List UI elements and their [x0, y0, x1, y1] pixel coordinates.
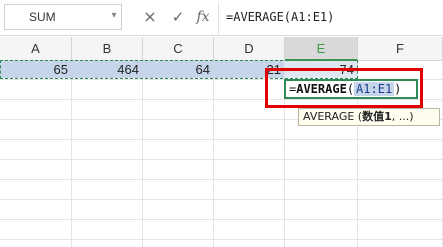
grid-line	[0, 199, 443, 200]
column-header-f[interactable]: F	[358, 37, 443, 61]
function-signature-tooltip: AVERAGE (数值1, ...)	[298, 108, 440, 126]
formula-bar-divider	[218, 2, 219, 34]
formula-bar: SUM ▾ × ✓ fx =AVERAGE(A1:E1)	[0, 0, 443, 36]
column-header-c[interactable]: C	[143, 37, 214, 61]
grid-line	[0, 179, 443, 180]
chevron-down-icon[interactable]: ▾	[108, 8, 120, 24]
grid-line	[0, 239, 443, 240]
grid-line	[0, 219, 443, 220]
grid-line	[0, 159, 443, 160]
column-header-a[interactable]: A	[0, 37, 72, 61]
grid-line	[0, 139, 443, 140]
tooltip-argument[interactable]: 数值1	[362, 110, 392, 123]
name-box[interactable]: SUM	[4, 4, 122, 30]
insert-function-icon[interactable]: fx	[193, 8, 213, 26]
tooltip-function: AVERAGE	[303, 110, 355, 123]
column-header-d[interactable]: D	[214, 37, 285, 61]
formula-input[interactable]: =AVERAGE(A1:E1)	[226, 4, 436, 30]
column-header-b[interactable]: B	[72, 37, 143, 61]
red-highlight-annotation	[265, 68, 423, 108]
tooltip-rest: , ...)	[391, 110, 414, 123]
tooltip-open: (	[354, 110, 363, 123]
column-header-e[interactable]: E	[285, 37, 358, 61]
cancel-icon[interactable]: ×	[142, 8, 158, 26]
enter-icon[interactable]: ✓	[170, 8, 186, 26]
